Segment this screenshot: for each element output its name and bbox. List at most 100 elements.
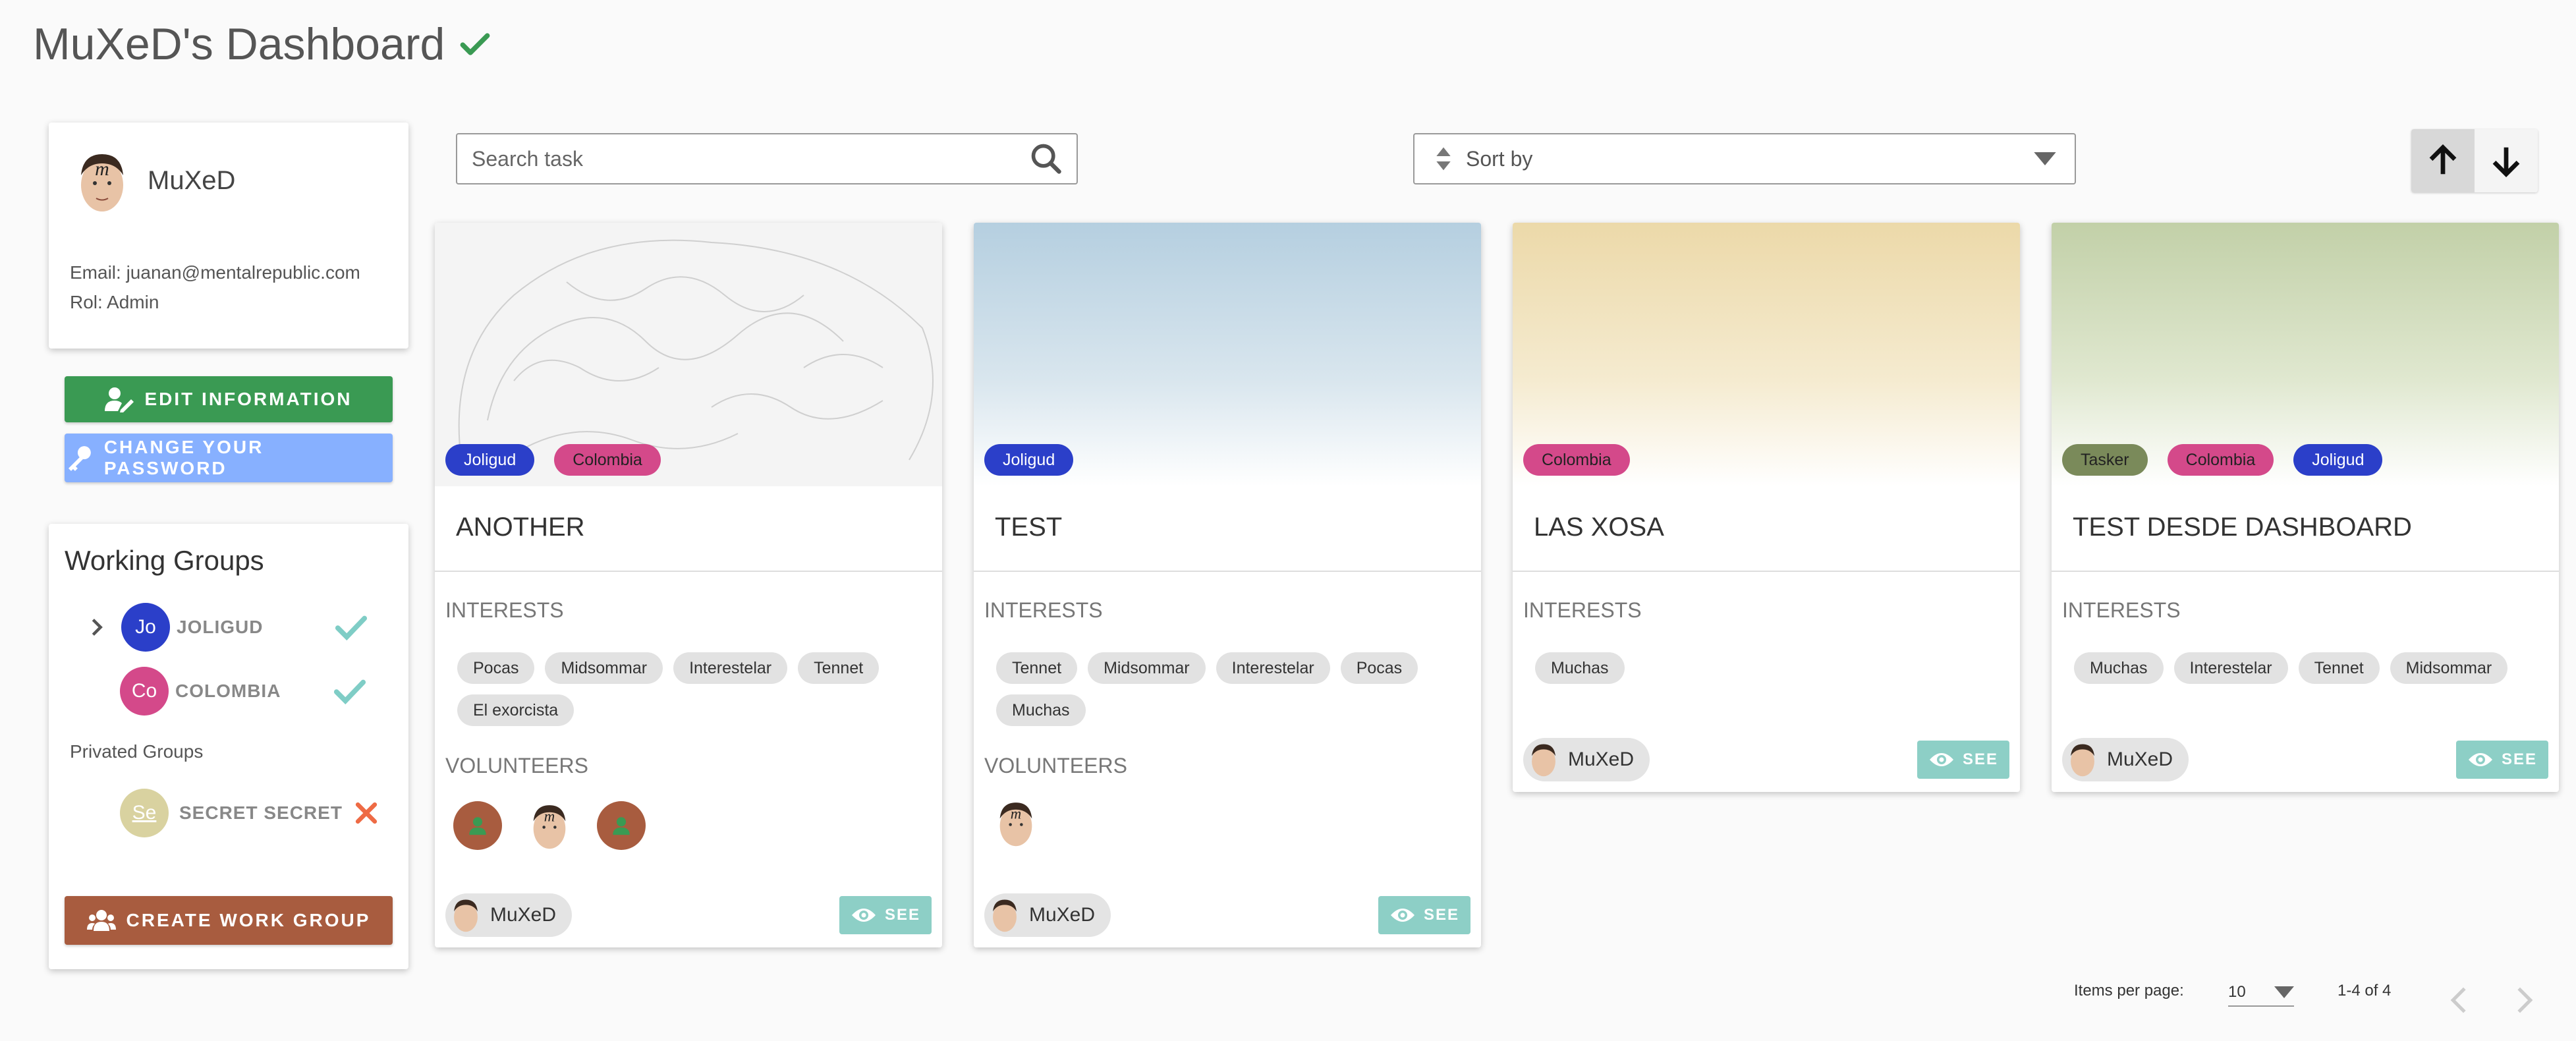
items-per-page-label: Items per page: — [2074, 982, 2184, 999]
volunteer-avatar[interactable]: m — [996, 799, 1036, 849]
tag[interactable]: Colombia — [2167, 444, 2274, 476]
interest-chip: Muchas — [2074, 652, 2164, 684]
change-password-button[interactable]: CHANGE YOUR PASSWORD — [65, 434, 393, 482]
interests-label: INTERESTS — [984, 598, 1103, 622]
tag[interactable]: Joligud — [2293, 444, 2383, 476]
eye-icon — [851, 909, 876, 922]
sort-descending-button[interactable] — [2475, 129, 2538, 192]
group-row-colombia[interactable]: Co COLOMBIA — [120, 667, 368, 716]
close-icon[interactable] — [352, 799, 381, 828]
check-icon — [335, 615, 368, 641]
interest-chip: Tennet — [996, 652, 1078, 684]
eye-icon — [2468, 753, 2492, 766]
tag[interactable]: Joligud — [984, 444, 1074, 476]
profile-role: Rol: Admin — [70, 292, 159, 312]
task-card: Tasker Colombia Joligud TEST DESDE DASHB… — [2052, 223, 2559, 792]
arrow-down-icon — [2492, 147, 2520, 178]
group-row-secret[interactable]: Se SECRET SECRET — [120, 789, 381, 837]
task-title: ANOTHER — [456, 513, 585, 542]
volunteer-avatar[interactable] — [597, 801, 646, 850]
create-work-group-button[interactable]: CREATE WORK GROUP — [65, 896, 393, 945]
user-edit-icon — [105, 387, 134, 412]
interest-chip: El exorcista — [457, 694, 574, 726]
interests-label: INTERESTS — [445, 598, 564, 622]
volunteer-avatar[interactable] — [453, 801, 502, 850]
task-title: TEST — [995, 513, 1063, 542]
see-button[interactable]: SEE — [2456, 741, 2548, 779]
group-row-joligud[interactable]: Jo JOLIGUD — [86, 603, 369, 652]
task-card: Joligud TEST INTERESTS Tennet Midsommar … — [974, 223, 1481, 947]
interest-chip: Muchas — [996, 694, 1086, 726]
owner-chip[interactable]: MuXeD — [445, 893, 573, 937]
task-title: LAS XOSA — [1534, 513, 1664, 542]
interests-list: Tennet Midsommar Interestelar Pocas Much… — [996, 652, 1470, 726]
tag[interactable]: Tasker — [2062, 444, 2148, 476]
items-per-page-select[interactable]: 10 — [2228, 979, 2294, 1007]
interests-list: Pocas Midsommar Interestelar Tennet El e… — [457, 652, 932, 726]
user-icon — [469, 817, 486, 835]
chevron-left-icon[interactable] — [2447, 986, 2471, 1015]
see-button[interactable]: SEE — [1378, 896, 1470, 934]
owner-name: MuXeD — [1029, 904, 1096, 926]
edit-information-button[interactable]: EDIT INFORMATION — [65, 376, 393, 422]
users-icon — [86, 910, 116, 931]
task-card: Colombia LAS XOSA INTERESTS Muchas MuXeD… — [1513, 223, 2020, 792]
chevron-down-icon — [2274, 986, 2294, 998]
see-label: SEE — [1962, 750, 1999, 768]
tag[interactable]: Colombia — [1523, 444, 1630, 476]
chevron-right-icon[interactable] — [86, 616, 108, 638]
volunteer-avatar[interactable]: m — [530, 801, 569, 851]
tag[interactable]: Joligud — [445, 444, 535, 476]
owner-avatar — [1532, 744, 1555, 777]
svg-text:m: m — [544, 808, 555, 824]
sort-label: Sort by — [1466, 146, 1533, 171]
profile-email: Email: juanan@mentalrepublic.com — [70, 262, 360, 283]
private-groups-title: Privated Groups — [70, 741, 204, 762]
see-label: SEE — [2501, 750, 2538, 768]
working-groups-title: Working Groups — [65, 545, 264, 576]
owner-chip[interactable]: MuXeD — [984, 893, 1111, 937]
interests-list: Muchas — [1535, 652, 2009, 684]
see-button[interactable]: SEE — [839, 896, 932, 934]
owner-avatar — [993, 899, 1017, 932]
volunteers-label: VOLUNTEERS — [984, 754, 1127, 777]
group-name: COLOMBIA — [175, 681, 281, 701]
volunteers-list: m — [996, 799, 1036, 849]
page-title-text: MuXeD's Dashboard — [33, 19, 445, 69]
task-card: Joligud Colombia ANOTHER INTERESTS Pocas… — [435, 223, 942, 947]
owner-chip[interactable]: MuXeD — [1523, 738, 1650, 781]
owner-chip[interactable]: MuXeD — [2062, 738, 2189, 781]
interest-chip: Tennet — [798, 652, 880, 684]
search-input[interactable]: Search task — [456, 133, 1078, 184]
interest-chip: Midsommar — [2390, 652, 2508, 684]
interests-list: Muchas Interestelar Tennet Midsommar — [2074, 652, 2548, 684]
sort-icon — [1436, 147, 1451, 171]
interest-chip: Tennet — [2298, 652, 2380, 684]
owner-name: MuXeD — [1568, 748, 1635, 770]
task-tags: Colombia — [1523, 444, 1630, 476]
interests-label: INTERESTS — [2062, 598, 2181, 622]
interest-chip: Pocas — [1340, 652, 1418, 684]
create-work-group-label: CREATE WORK GROUP — [126, 910, 371, 930]
profile-username: MuXeD — [148, 166, 236, 195]
divider — [1513, 571, 2020, 572]
divider — [2052, 571, 2559, 572]
task-tags: Tasker Colombia Joligud — [2062, 444, 2383, 476]
volunteers-list: m — [453, 801, 646, 851]
interest-chip: Pocas — [457, 652, 535, 684]
owner-name: MuXeD — [490, 904, 557, 926]
tag[interactable]: Colombia — [554, 444, 661, 476]
user-avatar: m — [81, 154, 123, 211]
see-button[interactable]: SEE — [1917, 741, 2009, 779]
owner-avatar — [454, 899, 478, 932]
profile-card: m MuXeD Email: juanan@mentalrepublic.com… — [49, 123, 408, 349]
search-icon[interactable] — [1029, 142, 1063, 176]
group-name: JOLIGUD — [177, 617, 264, 637]
sort-ascending-button[interactable] — [2411, 129, 2475, 192]
chevron-right-icon[interactable] — [2513, 986, 2536, 1015]
group-avatar: Jo — [121, 603, 170, 652]
check-icon — [460, 33, 490, 55]
see-label: SEE — [1423, 906, 1460, 924]
owner-avatar — [2071, 744, 2094, 777]
sort-select[interactable]: Sort by — [1413, 133, 2076, 184]
